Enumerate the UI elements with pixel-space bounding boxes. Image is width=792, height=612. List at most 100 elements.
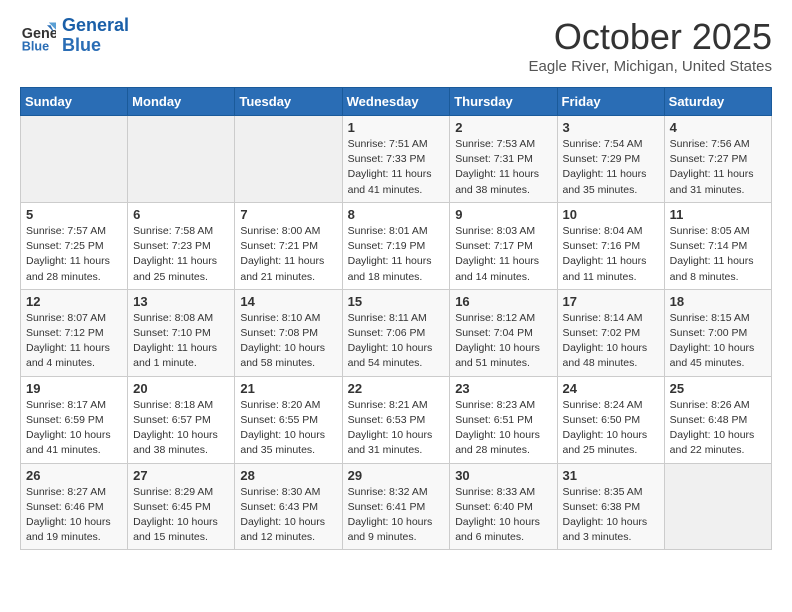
- calendar-cell: 23Sunrise: 8:23 AM Sunset: 6:51 PM Dayli…: [450, 376, 557, 463]
- day-info: Sunrise: 8:27 AM Sunset: 6:46 PM Dayligh…: [26, 485, 122, 546]
- day-info: Sunrise: 8:00 AM Sunset: 7:21 PM Dayligh…: [240, 224, 336, 285]
- day-info: Sunrise: 8:07 AM Sunset: 7:12 PM Dayligh…: [26, 311, 122, 372]
- day-number: 27: [133, 468, 229, 483]
- day-number: 15: [348, 294, 445, 309]
- calendar-cell: 24Sunrise: 8:24 AM Sunset: 6:50 PM Dayli…: [557, 376, 664, 463]
- day-number: 6: [133, 207, 229, 222]
- calendar-cell: 8 Sunrise: 8:01 AM Sunset: 7:19 PM Daylig…: [342, 202, 450, 289]
- day-number: 9: [455, 207, 551, 222]
- calendar-cell: 17 Sunrise: 8:14 AM Sunset: 7:02 PM Dayli…: [557, 289, 664, 376]
- day-info: Sunrise: 8:12 AM Sunset: 7:04 PM Dayligh…: [455, 311, 551, 372]
- day-number: 24: [563, 381, 659, 396]
- day-info: Sunrise: 8:29 AM Sunset: 6:45 PM Dayligh…: [133, 485, 229, 546]
- calendar-cell: 2Sunrise: 7:53 AM Sunset: 7:31 PM Daylig…: [450, 116, 557, 203]
- calendar-cell: [235, 116, 342, 203]
- day-info: Sunrise: 8:17 AM Sunset: 6:59 PM Dayligh…: [26, 398, 122, 459]
- location-text: Eagle River, Michigan, United States: [529, 58, 772, 75]
- day-number: 3: [563, 120, 659, 135]
- day-number: 30: [455, 468, 551, 483]
- title-block: October 2025 Eagle River, Michigan, Unit…: [529, 16, 772, 75]
- calendar-cell: 25Sunrise: 8:26 AM Sunset: 6:48 PM Dayli…: [664, 376, 771, 463]
- calendar-cell: 30 Sunrise: 8:33 AM Sunset: 6:40 PM Dayli…: [450, 463, 557, 550]
- logo-icon: General Blue: [20, 18, 56, 54]
- calendar-cell: 5 Sunrise: 7:57 AM Sunset: 7:25 PM Daylig…: [21, 202, 128, 289]
- day-number: 13: [133, 294, 229, 309]
- calendar-cell: 27 Sunrise: 8:29 AM Sunset: 6:45 PM Dayli…: [128, 463, 235, 550]
- month-title: October 2025: [529, 16, 772, 58]
- day-info: Sunrise: 7:57 AM Sunset: 7:25 PM Dayligh…: [26, 224, 122, 285]
- day-info: Sunrise: 8:14 AM Sunset: 7:02 PM Dayligh…: [563, 311, 659, 372]
- weekday-header-sunday: Sunday: [21, 88, 128, 116]
- weekday-header-wednesday: Wednesday: [342, 88, 450, 116]
- logo-text: General Blue: [62, 16, 129, 56]
- day-info: Sunrise: 8:23 AM Sunset: 6:51 PM Dayligh…: [455, 398, 551, 459]
- day-info: Sunrise: 7:56 AM Sunset: 7:27 PM Dayligh…: [670, 137, 766, 198]
- day-number: 12: [26, 294, 122, 309]
- weekday-header-saturday: Saturday: [664, 88, 771, 116]
- calendar-cell: 22Sunrise: 8:21 AM Sunset: 6:53 PM Dayli…: [342, 376, 450, 463]
- day-number: 8: [348, 207, 445, 222]
- day-info: Sunrise: 8:18 AM Sunset: 6:57 PM Dayligh…: [133, 398, 229, 459]
- page-header: General Blue General Blue October 2025 E…: [20, 16, 772, 75]
- weekday-header-monday: Monday: [128, 88, 235, 116]
- calendar-cell: 4 Sunrise: 7:56 AM Sunset: 7:27 PM Daylig…: [664, 116, 771, 203]
- calendar-cell: 3 Sunrise: 7:54 AM Sunset: 7:29 PM Daylig…: [557, 116, 664, 203]
- calendar-week-4: 19 Sunrise: 8:17 AM Sunset: 6:59 PM Dayli…: [21, 376, 772, 463]
- calendar-week-5: 26Sunrise: 8:27 AM Sunset: 6:46 PM Dayli…: [21, 463, 772, 550]
- calendar-week-3: 12 Sunrise: 8:07 AM Sunset: 7:12 PM Dayli…: [21, 289, 772, 376]
- calendar-cell: 12 Sunrise: 8:07 AM Sunset: 7:12 PM Dayli…: [21, 289, 128, 376]
- day-info: Sunrise: 8:10 AM Sunset: 7:08 PM Dayligh…: [240, 311, 336, 372]
- day-info: Sunrise: 8:01 AM Sunset: 7:19 PM Dayligh…: [348, 224, 445, 285]
- day-info: Sunrise: 8:04 AM Sunset: 7:16 PM Dayligh…: [563, 224, 659, 285]
- calendar-cell: 26Sunrise: 8:27 AM Sunset: 6:46 PM Dayli…: [21, 463, 128, 550]
- calendar-cell: 28Sunrise: 8:30 AM Sunset: 6:43 PM Dayli…: [235, 463, 342, 550]
- day-number: 18: [670, 294, 766, 309]
- calendar-cell: 6Sunrise: 7:58 AM Sunset: 7:23 PM Daylig…: [128, 202, 235, 289]
- weekday-header-thursday: Thursday: [450, 88, 557, 116]
- day-info: Sunrise: 7:54 AM Sunset: 7:29 PM Dayligh…: [563, 137, 659, 198]
- calendar-cell: 7 Sunrise: 8:00 AM Sunset: 7:21 PM Daylig…: [235, 202, 342, 289]
- day-info: Sunrise: 8:21 AM Sunset: 6:53 PM Dayligh…: [348, 398, 445, 459]
- day-number: 17: [563, 294, 659, 309]
- day-number: 14: [240, 294, 336, 309]
- weekday-header-friday: Friday: [557, 88, 664, 116]
- day-number: 4: [670, 120, 766, 135]
- day-info: Sunrise: 8:33 AM Sunset: 6:40 PM Dayligh…: [455, 485, 551, 546]
- calendar-cell: 11 Sunrise: 8:05 AM Sunset: 7:14 PM Dayli…: [664, 202, 771, 289]
- day-number: 2: [455, 120, 551, 135]
- day-info: Sunrise: 8:05 AM Sunset: 7:14 PM Dayligh…: [670, 224, 766, 285]
- day-number: 11: [670, 207, 766, 222]
- day-number: 29: [348, 468, 445, 483]
- day-info: Sunrise: 8:30 AM Sunset: 6:43 PM Dayligh…: [240, 485, 336, 546]
- svg-text:Blue: Blue: [22, 39, 49, 53]
- logo-general: General: [62, 15, 129, 35]
- day-number: 7: [240, 207, 336, 222]
- calendar-cell: 10 Sunrise: 8:04 AM Sunset: 7:16 PM Dayli…: [557, 202, 664, 289]
- calendar-cell: 13 Sunrise: 8:08 AM Sunset: 7:10 PM Dayli…: [128, 289, 235, 376]
- day-number: 5: [26, 207, 122, 222]
- day-number: 31: [563, 468, 659, 483]
- day-info: Sunrise: 8:08 AM Sunset: 7:10 PM Dayligh…: [133, 311, 229, 372]
- calendar-cell: [664, 463, 771, 550]
- calendar-cell: 9Sunrise: 8:03 AM Sunset: 7:17 PM Daylig…: [450, 202, 557, 289]
- calendar-cell: 16 Sunrise: 8:12 AM Sunset: 7:04 PM Dayli…: [450, 289, 557, 376]
- day-number: 16: [455, 294, 551, 309]
- day-info: Sunrise: 8:20 AM Sunset: 6:55 PM Dayligh…: [240, 398, 336, 459]
- calendar-cell: [128, 116, 235, 203]
- logo: General Blue General Blue: [20, 16, 129, 56]
- day-info: Sunrise: 8:32 AM Sunset: 6:41 PM Dayligh…: [348, 485, 445, 546]
- day-info: Sunrise: 8:15 AM Sunset: 7:00 PM Dayligh…: [670, 311, 766, 372]
- calendar-cell: 15 Sunrise: 8:11 AM Sunset: 7:06 PM Dayli…: [342, 289, 450, 376]
- day-info: Sunrise: 7:51 AM Sunset: 7:33 PM Dayligh…: [348, 137, 445, 198]
- day-number: 21: [240, 381, 336, 396]
- calendar-cell: 14 Sunrise: 8:10 AM Sunset: 7:08 PM Dayli…: [235, 289, 342, 376]
- calendar-cell: 20Sunrise: 8:18 AM Sunset: 6:57 PM Dayli…: [128, 376, 235, 463]
- day-info: Sunrise: 8:26 AM Sunset: 6:48 PM Dayligh…: [670, 398, 766, 459]
- calendar-cell: 19 Sunrise: 8:17 AM Sunset: 6:59 PM Dayli…: [21, 376, 128, 463]
- day-info: Sunrise: 8:11 AM Sunset: 7:06 PM Dayligh…: [348, 311, 445, 372]
- weekday-header-row: SundayMondayTuesdayWednesdayThursdayFrid…: [21, 88, 772, 116]
- calendar-cell: [21, 116, 128, 203]
- day-number: 10: [563, 207, 659, 222]
- calendar-cell: 1Sunrise: 7:51 AM Sunset: 7:33 PM Daylig…: [342, 116, 450, 203]
- day-number: 19: [26, 381, 122, 396]
